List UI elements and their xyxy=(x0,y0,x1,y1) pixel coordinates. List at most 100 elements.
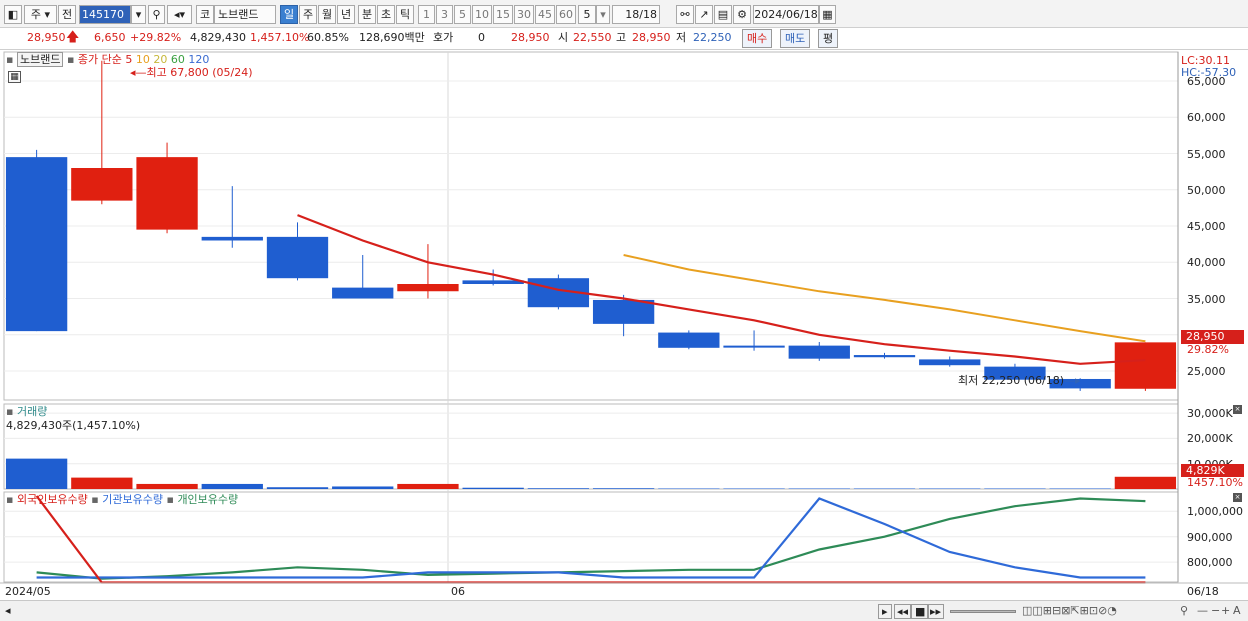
market-select[interactable]: 주 ▾ xyxy=(24,5,57,24)
minus-icon[interactable]: − xyxy=(1211,604,1220,617)
price-panel-stock[interactable]: 노브랜드 xyxy=(16,52,64,67)
period-day[interactable]: 일 xyxy=(280,5,298,24)
save-icon[interactable]: ▤ xyxy=(714,5,732,24)
low-note: 최저 22,250 (06/18)—▸ xyxy=(958,374,1081,387)
foreign-series-label[interactable]: 외국인보유수량 xyxy=(17,493,88,506)
period-year[interactable]: 년 xyxy=(337,5,355,24)
search-icon[interactable]: ⚲ xyxy=(148,5,165,24)
holders-close-icon[interactable]: × xyxy=(1233,493,1242,502)
stock-code-input[interactable]: 145170 xyxy=(79,5,131,24)
bottom-scrollbar[interactable]: ◂ ▸ ◂◂ ■ ▸▸ ◫◫⊞⊟⊠⇱⊞⊡⊘◔ ⚲ — − + A xyxy=(0,600,1248,621)
tick-15[interactable]: 15 xyxy=(493,5,513,24)
volume-bar xyxy=(853,488,916,489)
volume-y-tick: 20,000K xyxy=(1187,432,1233,446)
chart-type-icon[interactable]: ◧ xyxy=(4,5,22,24)
buy-button[interactable]: 매수 xyxy=(742,29,773,48)
candle-body xyxy=(853,355,916,358)
period-second[interactable]: 초 xyxy=(377,5,395,24)
count-input[interactable]: 5 xyxy=(578,5,596,24)
view-tools-icon[interactable]: ◫◫⊞⊟⊠⇱⊞⊡⊘◔ xyxy=(1022,604,1117,617)
period-tick[interactable]: 틱 xyxy=(396,5,414,24)
market-label: 주 xyxy=(30,8,42,21)
volume-panel-title[interactable]: ▪ 거래량 xyxy=(6,405,47,418)
page-indicator: 18/18 xyxy=(612,5,660,24)
code-dropdown-icon[interactable]: ▾ xyxy=(131,5,146,24)
holders-y-tick: 900,000 xyxy=(1187,530,1233,544)
zoom-slider[interactable] xyxy=(950,610,1016,613)
first-page-icon[interactable]: ◂◂ xyxy=(894,604,912,619)
stock-name-field[interactable]: 노브랜드 xyxy=(214,5,276,24)
volume-bar xyxy=(788,488,850,489)
ma-5: 5 xyxy=(125,53,133,66)
volume-bar xyxy=(397,483,459,489)
volume-bar xyxy=(527,488,590,489)
period-minute[interactable]: 분 xyxy=(358,5,376,24)
high-note: ◂—최고 67,800 (05/24) xyxy=(130,66,253,79)
font-size-icon[interactable]: A xyxy=(1233,604,1241,617)
tick-5[interactable]: 5 xyxy=(454,5,471,24)
tick-10[interactable]: 10 xyxy=(472,5,492,24)
quote-bar: 28,950 🡅 6,650 +29.82% 4,829,430 1,457.1… xyxy=(0,28,1248,50)
ma5-line xyxy=(297,214,1146,365)
low-label: 저 xyxy=(676,31,687,44)
scroll-left-icon[interactable]: ◂ xyxy=(5,604,11,617)
price-y-tick: 65,000 xyxy=(1187,75,1226,88)
ma-60: 60 xyxy=(170,53,185,66)
individual-series-label[interactable]: 개인보유수량 xyxy=(177,493,238,506)
period-week[interactable]: 주 xyxy=(299,5,317,24)
candle-body xyxy=(658,332,720,348)
tick-3[interactable]: 3 xyxy=(436,5,453,24)
volume-bar xyxy=(5,458,68,489)
holders-y-tick: 800,000 xyxy=(1187,556,1233,570)
price-y-tick: 50,000 xyxy=(1187,183,1226,197)
price-change-pct: +29.82% xyxy=(130,31,182,44)
last-pct-tag: 29.82% xyxy=(1187,343,1229,356)
open-price: 22,550 xyxy=(573,31,612,44)
calendar-icon[interactable]: ▦ xyxy=(819,5,836,24)
tick-45[interactable]: 45 xyxy=(535,5,555,24)
volume-bar xyxy=(658,488,720,489)
last-price-tag: 28,950 xyxy=(1181,330,1244,344)
plus-icon[interactable]: + xyxy=(1221,604,1230,617)
individual-line xyxy=(36,497,1146,580)
tick-30[interactable]: 30 xyxy=(514,5,534,24)
zoom-out-icon[interactable]: — xyxy=(1197,604,1208,617)
zoom-icon[interactable]: ⚲ xyxy=(1180,604,1188,617)
panel-grid-icon[interactable]: ▦ xyxy=(8,71,21,83)
volume-bar xyxy=(1114,476,1177,489)
ma-label[interactable]: 종가 단순 xyxy=(78,53,122,66)
sell-button[interactable]: 매도 xyxy=(780,29,811,48)
volume-bar xyxy=(592,488,655,489)
period-month[interactable]: 월 xyxy=(318,5,336,24)
speaker-icon[interactable]: ◂▾ xyxy=(167,5,192,24)
price-change: 6,650 xyxy=(94,31,126,44)
ma-120: 120 xyxy=(188,53,210,66)
tick-1[interactable]: 1 xyxy=(418,5,435,24)
volume-bar xyxy=(984,488,1046,489)
tick-60[interactable]: 60 xyxy=(556,5,576,24)
up-arrow-icon: 🡅 xyxy=(66,30,80,45)
x-label-start: 2024/05 xyxy=(5,585,51,598)
candle-body xyxy=(266,236,329,279)
volume-last-pct: 1457.10% xyxy=(1187,476,1243,489)
indicator-icon[interactable]: ⚯ xyxy=(676,5,694,24)
candle-body xyxy=(397,284,459,292)
scroll-right-icon[interactable]: ▸ xyxy=(878,604,892,619)
foreign-line xyxy=(35,495,1146,584)
institution-series-label[interactable]: 기관보유수량 xyxy=(102,493,163,506)
draw-tool-icon[interactable]: ↗ xyxy=(695,5,713,24)
x-label-june: 06 xyxy=(451,585,465,598)
volume-close-icon[interactable]: × xyxy=(1233,405,1242,414)
low-note-text: 최저 22,250 (06/18) xyxy=(958,374,1065,387)
count-dropdown-icon[interactable]: ▾ xyxy=(596,5,610,24)
candle-body xyxy=(462,280,524,284)
gear-icon[interactable]: ⚙ xyxy=(733,5,751,24)
last-page-icon[interactable]: ▸▸ xyxy=(927,604,945,619)
hoga-value: 0 xyxy=(478,31,485,44)
chart-canvas[interactable] xyxy=(0,0,1248,621)
date-field[interactable]: 2024/06/18 xyxy=(753,5,819,24)
avg-button[interactable]: 평 xyxy=(818,29,839,48)
prev-button[interactable]: 전 xyxy=(58,5,76,24)
price-y-tick: 60,000 xyxy=(1187,111,1226,125)
candle-body xyxy=(332,287,394,299)
